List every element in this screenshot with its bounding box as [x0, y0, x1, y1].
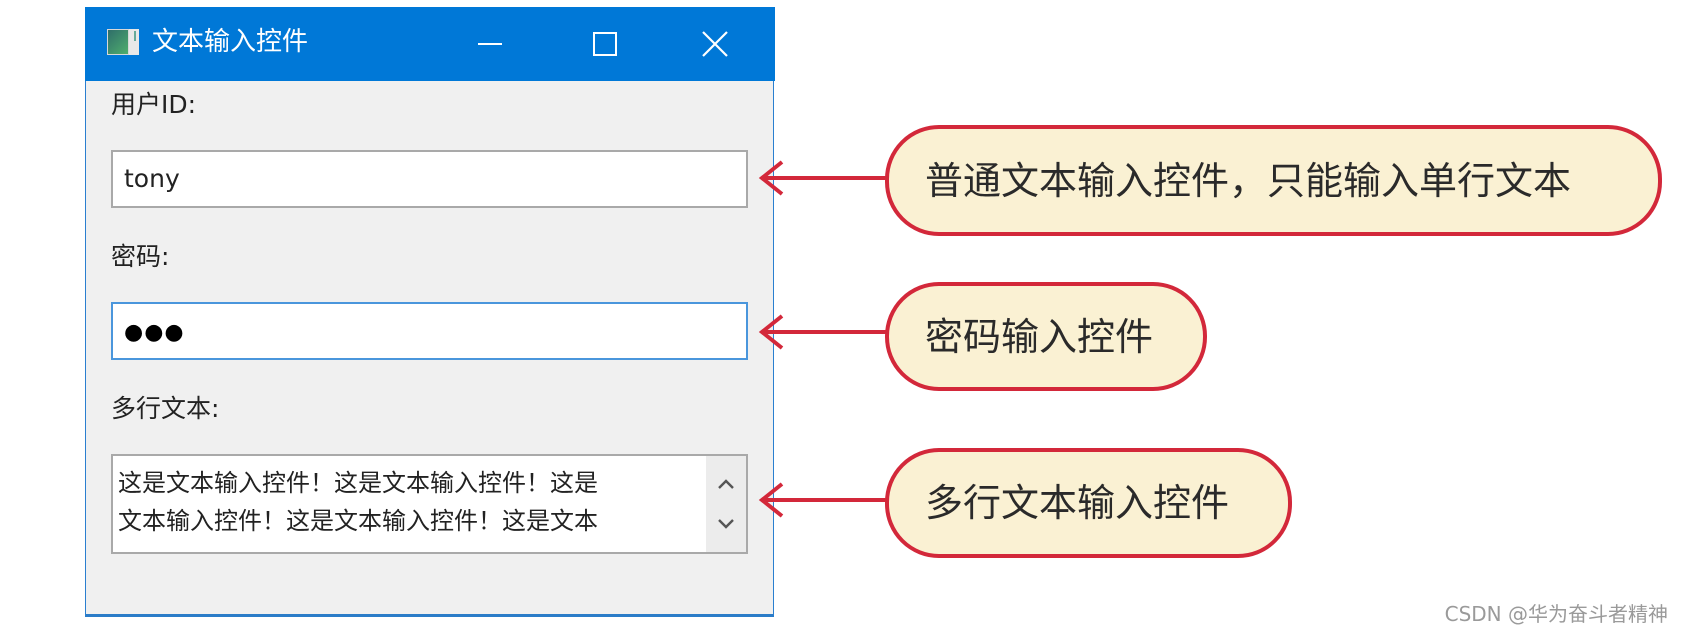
watermark: CSDN @华为奋斗者精神	[1444, 602, 1668, 626]
annotation-callout: 多行文本输入控件	[885, 448, 1292, 558]
window-title: 文本输入控件	[152, 27, 309, 57]
vertical-scrollbar[interactable]	[706, 456, 746, 552]
arrow-left-icon	[758, 160, 886, 196]
minimize-button[interactable]	[440, 7, 540, 81]
maximize-button[interactable]	[555, 7, 655, 81]
text-line: 这是文本输入控件！这是文本输入控件！这是	[118, 469, 598, 497]
password-mask: ●●●	[124, 320, 185, 345]
annotation-text: 普通文本输入控件，只能输入单行文本	[925, 158, 1572, 203]
close-icon	[702, 31, 728, 57]
chevron-up-icon	[718, 479, 734, 489]
chevron-down-icon	[718, 519, 734, 529]
close-button[interactable]	[665, 7, 765, 81]
password-label: 密码:	[111, 242, 170, 271]
title-bar[interactable]: 文本输入控件	[85, 7, 775, 81]
maximize-icon	[593, 32, 617, 56]
annotation-callout: 普通文本输入控件，只能输入单行文本	[885, 125, 1662, 236]
scroll-up-button[interactable]	[706, 464, 746, 504]
user-id-label: 用户ID:	[111, 90, 197, 119]
multiline-textarea[interactable]: 这是文本输入控件！这是文本输入控件！这是 文本输入控件！这是文本输入控件！这是文本	[111, 454, 748, 554]
annotation-callout: 密码输入控件	[885, 282, 1207, 391]
user-id-input[interactable]: tony	[111, 150, 748, 208]
app-window-icon	[107, 29, 139, 55]
annotation-text: 密码输入控件	[925, 314, 1154, 359]
arrow-left-icon	[758, 314, 886, 350]
multiline-label: 多行文本:	[111, 394, 220, 423]
password-input[interactable]: ●●●	[111, 302, 748, 360]
arrow-left-icon	[758, 482, 886, 518]
multiline-text: 这是文本输入控件！这是文本输入控件！这是 文本输入控件！这是文本输入控件！这是文本	[118, 464, 698, 540]
app-window: 文本输入控件 用户ID: tony 密码: ●●● 多行文本: 这是文本输入控件…	[85, 7, 775, 617]
scroll-down-button[interactable]	[706, 504, 746, 544]
text-line: 文本输入控件！这是文本输入控件！这是文本	[118, 507, 598, 535]
annotation-text: 多行文本输入控件	[925, 481, 1230, 525]
minimize-icon	[478, 43, 502, 45]
